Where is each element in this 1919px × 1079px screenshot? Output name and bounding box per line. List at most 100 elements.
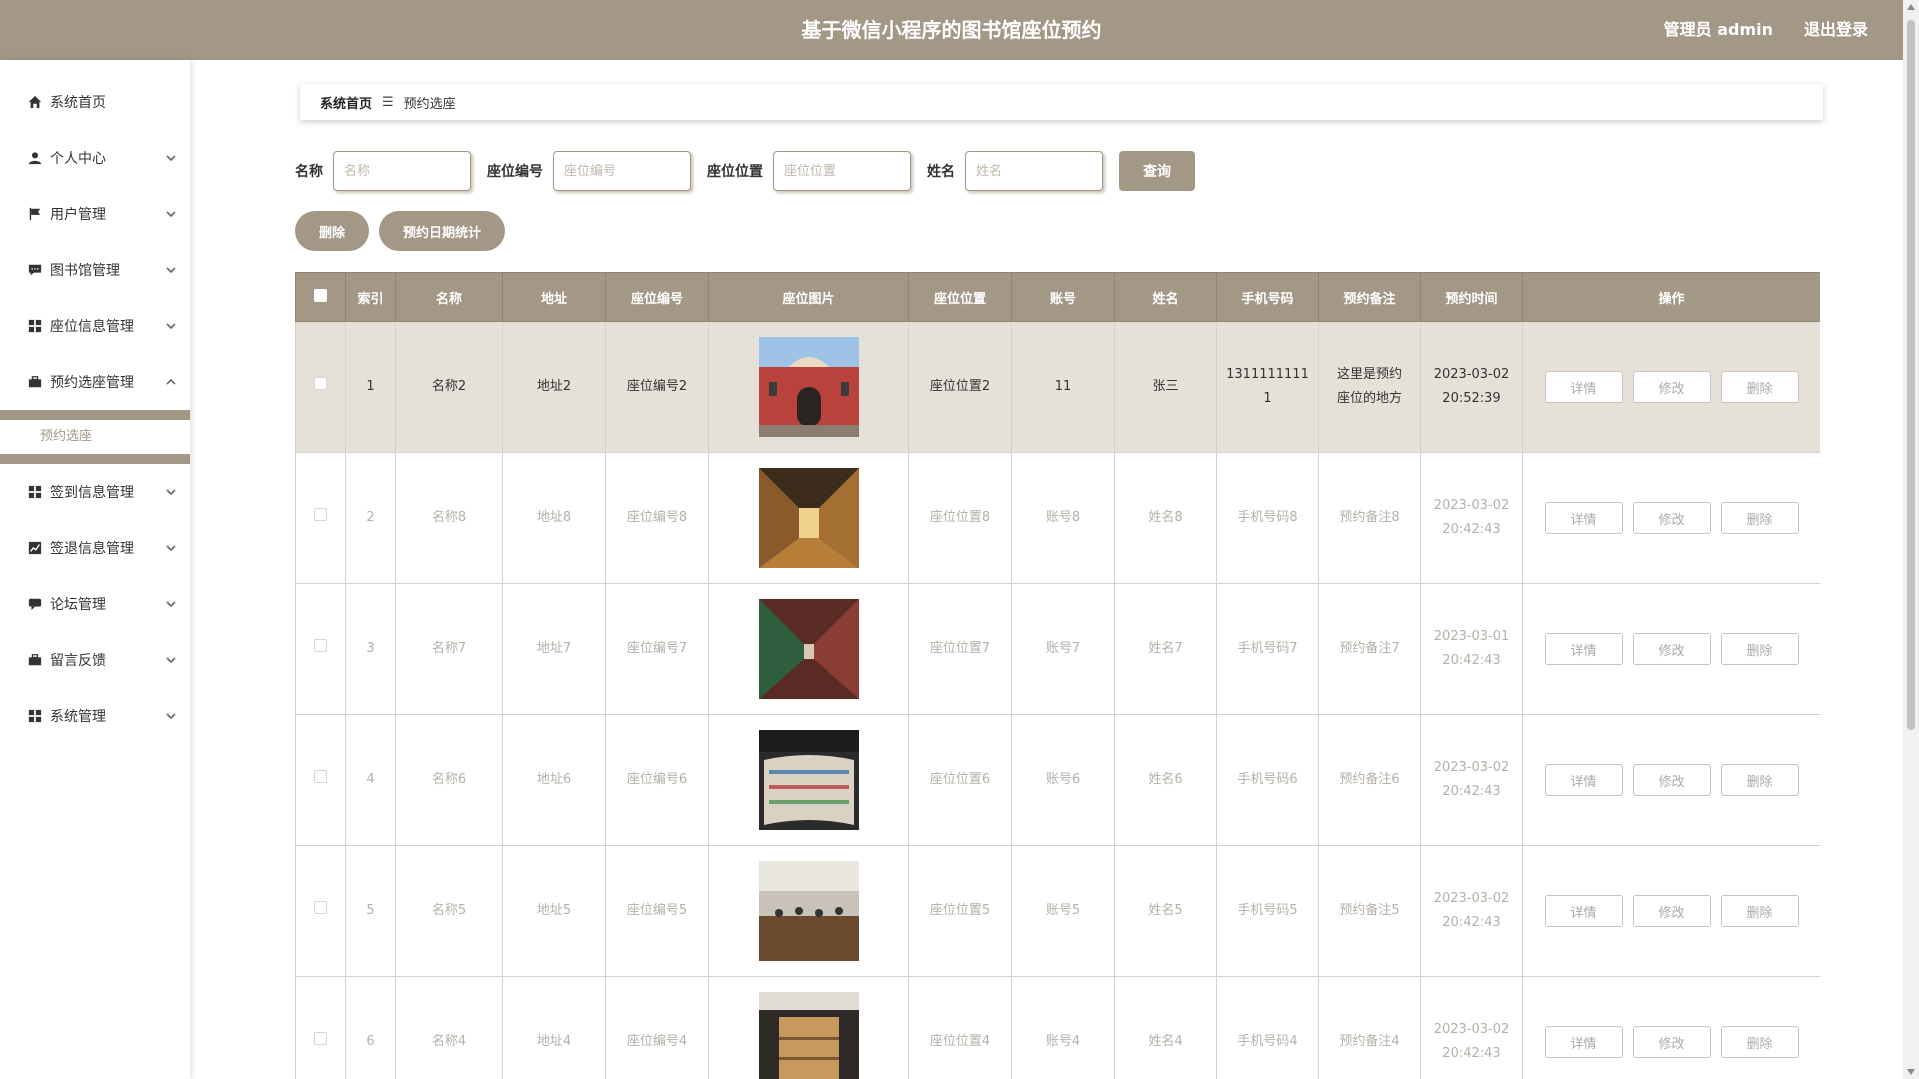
row-checkbox[interactable] <box>314 377 327 390</box>
scroll-up-icon[interactable] <box>1907 4 1915 10</box>
row-select-cell[interactable] <box>295 976 346 1079</box>
person-input[interactable] <box>965 151 1103 191</box>
note-line-1: 预约备注8 <box>1339 510 1400 525</box>
row-checkbox[interactable] <box>314 901 327 914</box>
cell-image <box>708 583 909 715</box>
sidebar-item-label: 个人中心 <box>50 151 106 167</box>
note-line-1: 预约备注4 <box>1339 1034 1400 1049</box>
sidebar-item-8[interactable]: 论坛管理 <box>0 576 190 632</box>
breadcrumb-current: 预约选座 <box>403 96 456 112</box>
row-select-cell[interactable] <box>295 845 346 977</box>
cell-time: 2023-03-02 20:42:43 <box>1420 976 1523 1079</box>
table-row[interactable]: 5 名称5 地址5 座位编号5 座位位置5 账号5 姓名5 手机号码5 预约备注… <box>295 845 1820 977</box>
seat-image <box>758 468 859 568</box>
logout-link[interactable]: 退出登录 <box>1804 0 1868 60</box>
grid-icon <box>28 709 42 723</box>
row-checkbox[interactable] <box>314 639 327 652</box>
admin-label: 管理员 admin <box>1663 20 1773 39</box>
chevron-down-icon <box>166 485 176 496</box>
edit-button[interactable]: 修改 <box>1632 895 1711 927</box>
detail-button[interactable]: 详情 <box>1544 371 1623 403</box>
delete-button[interactable]: 删除 <box>1720 1026 1799 1058</box>
row-select-cell[interactable] <box>295 714 346 846</box>
table-row[interactable]: 1 名称2 地址2 座位编号2 座位位置2 11 张三 1311111111 1 … <box>295 321 1820 453</box>
table-container: 索引 名称 地址 座位编号 座位图片 座位位置 账号 姓名 手机号码 预约备注 预约时间 操作 1 名… <box>295 272 1820 1079</box>
sidebar-item-6[interactable]: 签到信息管理 <box>0 464 190 520</box>
scroll-down-icon[interactable] <box>1907 1069 1915 1075</box>
cell-operations: 详情 修改 删除 <box>1522 321 1820 453</box>
delete-button[interactable]: 删除 <box>1720 371 1799 403</box>
breadcrumb-home[interactable]: 系统首页 <box>320 93 372 112</box>
column-header: 名称 <box>395 272 503 322</box>
submenu-item-seat-booking[interactable]: 预约选座 <box>0 420 190 454</box>
cell-image <box>708 452 909 584</box>
select-all-cell[interactable] <box>295 272 346 322</box>
seat-pos-input[interactable] <box>773 151 911 191</box>
row-checkbox[interactable] <box>314 770 327 783</box>
sidebar-item-10[interactable]: 系统管理 <box>0 688 190 744</box>
detail-button[interactable]: 详情 <box>1544 1026 1623 1058</box>
sidebar-item-label: 预约选座管理 <box>50 375 134 391</box>
edit-button[interactable]: 修改 <box>1632 764 1711 796</box>
cell-index: 2 <box>345 452 396 584</box>
date-stats-button[interactable]: 预约日期统计 <box>379 211 506 251</box>
edit-button[interactable]: 修改 <box>1632 633 1711 665</box>
cell-image <box>708 714 909 846</box>
edit-button[interactable]: 修改 <box>1632 502 1711 534</box>
operation-buttons: 详情 修改 删除 <box>1527 502 1816 534</box>
delete-button[interactable]: 删除 <box>1720 895 1799 927</box>
edit-button[interactable]: 修改 <box>1632 1026 1711 1058</box>
table-row[interactable]: 4 名称6 地址6 座位编号6 座位位置6 账号6 姓名6 手机号码6 预约备注… <box>295 714 1820 846</box>
top-header: 基于微信小程序的图书馆座位预约 管理员 admin 退出登录 <box>0 0 1903 60</box>
row-select-cell[interactable] <box>295 452 346 584</box>
cell-note: 预约备注4 <box>1318 976 1421 1079</box>
cell-name: 名称5 <box>395 845 503 977</box>
column-header: 预约备注 <box>1318 272 1421 322</box>
select-all-checkbox[interactable] <box>314 288 327 302</box>
table-row[interactable]: 3 名称7 地址7 座位编号7 座位位置7 账号7 姓名7 手机号码7 预约备注… <box>295 583 1820 715</box>
cell-person: 姓名5 <box>1114 845 1217 977</box>
time-line: 20:42:43 <box>1442 522 1501 537</box>
sidebar-item-4[interactable]: 座位信息管理 <box>0 298 190 354</box>
sidebar-item-9[interactable]: 留言反馈 <box>0 632 190 688</box>
phone-line-1: 手机号码6 <box>1237 772 1298 787</box>
sidebar-item-1[interactable]: 个人中心 <box>0 130 190 186</box>
query-button[interactable]: 查询 <box>1119 151 1195 191</box>
detail-button[interactable]: 详情 <box>1544 764 1623 796</box>
date-line: 2023-03-02 <box>1433 1022 1510 1037</box>
cell-address: 地址8 <box>502 452 606 584</box>
sidebar-item-2[interactable]: 用户管理 <box>0 186 190 242</box>
table-row[interactable]: 6 名称4 地址4 座位编号4 座位位置4 账号4 姓名4 手机号码4 预约备注… <box>295 976 1820 1079</box>
time-line: 20:52:39 <box>1442 391 1501 406</box>
scrollbar-thumb[interactable] <box>1907 20 1915 730</box>
cell-operations: 详情 修改 删除 <box>1522 976 1820 1079</box>
row-select-cell[interactable] <box>295 583 346 715</box>
seat-no-input[interactable] <box>553 151 691 191</box>
detail-button[interactable]: 详情 <box>1544 633 1623 665</box>
sidebar-item-0[interactable]: 系统首页 <box>0 74 190 130</box>
page-scrollbar[interactable] <box>1903 0 1919 1079</box>
row-select-cell[interactable] <box>295 321 346 453</box>
delete-button[interactable]: 删除 <box>1720 764 1799 796</box>
row-checkbox[interactable] <box>314 508 327 521</box>
table-header-row: 索引 名称 地址 座位编号 座位图片 座位位置 账号 姓名 手机号码 预约备注 预约时间 操作 <box>295 272 1820 322</box>
sidebar-item-5[interactable]: 预约选座管理 <box>0 354 190 410</box>
delete-button[interactable]: 删除 <box>1720 633 1799 665</box>
note-line-1: 预约备注7 <box>1339 641 1400 656</box>
cell-account: 账号4 <box>1011 976 1115 1079</box>
table-row[interactable]: 2 名称8 地址8 座位编号8 座位位置8 账号8 姓名8 手机号码8 预约备注… <box>295 452 1820 584</box>
detail-button[interactable]: 详情 <box>1544 895 1623 927</box>
delete-button[interactable]: 删除 <box>1720 502 1799 534</box>
cell-phone: 手机号码4 <box>1216 976 1319 1079</box>
detail-button[interactable]: 详情 <box>1544 502 1623 534</box>
cell-seat-pos: 座位位置8 <box>908 452 1012 584</box>
edit-button[interactable]: 修改 <box>1632 371 1711 403</box>
cell-time: 2023-03-02 20:42:43 <box>1420 452 1523 584</box>
cell-index: 6 <box>345 976 396 1079</box>
sidebar-item-7[interactable]: 签退信息管理 <box>0 520 190 576</box>
row-checkbox[interactable] <box>314 1032 327 1045</box>
reservation-table: 索引 名称 地址 座位编号 座位图片 座位位置 账号 姓名 手机号码 预约备注 预约时间 操作 1 名… <box>295 272 1820 1079</box>
name-input[interactable] <box>333 151 471 191</box>
sidebar-item-3[interactable]: 图书馆管理 <box>0 242 190 298</box>
batch-delete-button[interactable]: 删除 <box>295 211 370 251</box>
